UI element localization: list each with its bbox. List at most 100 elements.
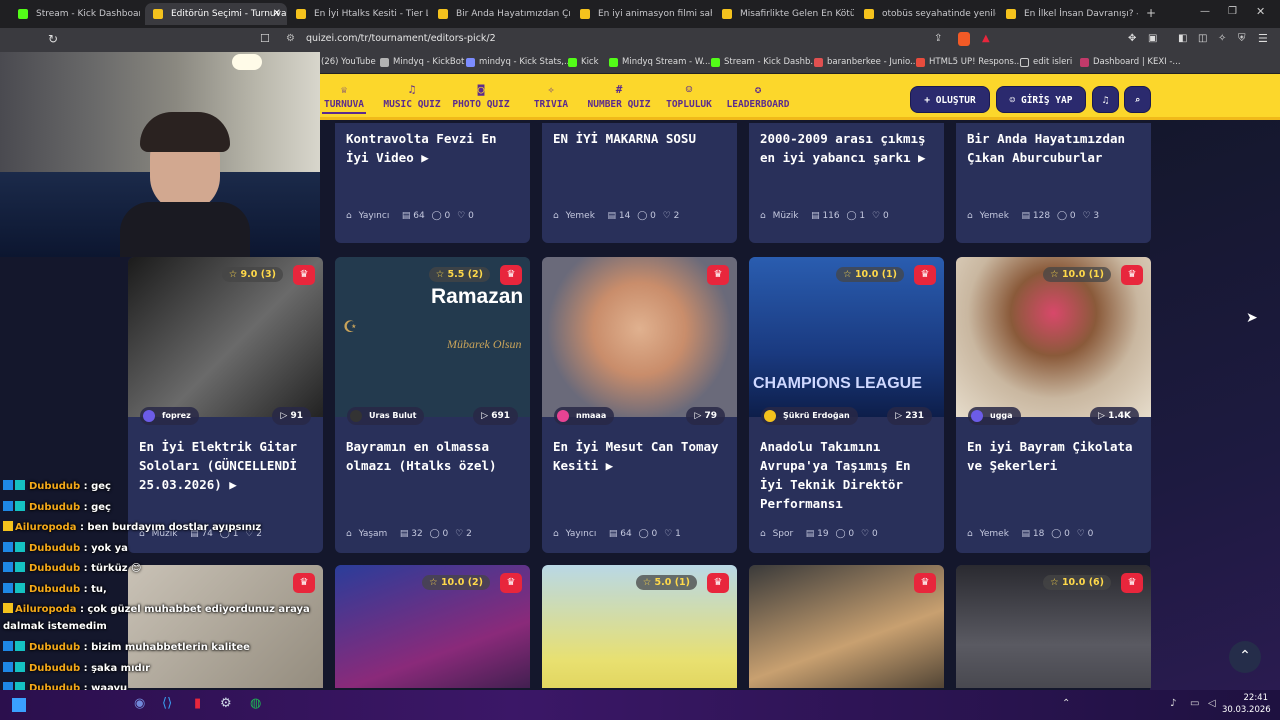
os-taskbar: ◉ ⟨⟩ ▮ ⚙ ◍ ⌃ ♪ ▭ ◁ 22:41 30.03.2026 [0, 690, 1280, 720]
browser-tab[interactable]: Stream - Kick Dashboard [10, 3, 140, 25]
bookmark-item[interactable]: (26) YouTube [321, 57, 376, 67]
tournament-card[interactable]: Kontravolta Fevzi En İyi Video ▶ ⌂ Yayın… [335, 123, 530, 243]
tournament-card[interactable]: ☆ 5.0 (1) ♛ [542, 565, 737, 688]
bookmark-item[interactable]: Mindyq - KickBot [380, 57, 464, 67]
brave-shield-icon[interactable] [958, 32, 970, 46]
bookmark-folder[interactable]: edit isleri [1020, 57, 1072, 67]
url-field[interactable]: quizei.com/tr/tournament/editors-pick/2 [306, 33, 496, 44]
quizei-favicon-icon [1006, 9, 1016, 19]
tournament-card[interactable]: ♛ [749, 565, 944, 688]
badge-icon [3, 542, 13, 552]
login-button[interactable]: ☺ GİRİŞ YAP [996, 86, 1086, 113]
share-icon[interactable]: ⇪ [934, 33, 942, 44]
author-chip[interactable]: foprez [140, 407, 199, 425]
bell-icon: ♫ [1102, 95, 1109, 106]
author-chip[interactable]: nmaaa [554, 407, 615, 425]
nav-music-quiz[interactable]: ♫ MUSIC QUIZ [382, 74, 442, 120]
clock-date[interactable]: 30.03.2026 [1222, 705, 1271, 715]
badge-icon [15, 662, 25, 672]
browser-tab[interactable]: Misafirlikte Gelen En Kötü İkra [714, 3, 854, 25]
spotify-icon[interactable]: ◍ [250, 696, 261, 711]
tournament-card[interactable]: Ramazan Bayramın Mübarek Olsun ☪ ☆ 5.5 (… [335, 257, 530, 553]
badge-icon [3, 603, 13, 613]
volume-icon[interactable]: ◁ [1208, 698, 1216, 709]
site-info-icon[interactable]: ⚙ [286, 33, 295, 44]
bookmark-item[interactable]: HTML5 UP! Respons... [916, 57, 1022, 67]
bookmark-item[interactable]: Dashboard | KEXI -... [1080, 57, 1181, 67]
nav-tournament[interactable]: ♕ TURNUVA [322, 74, 366, 120]
wallet-icon[interactable]: ◫ [1198, 33, 1207, 44]
tournament-card[interactable]: ☆ 10.0 (2) ♛ [335, 565, 530, 688]
chat-message-continued: dalmak istemedim [3, 621, 107, 632]
maximize-icon[interactable]: ❐ [1228, 6, 1237, 17]
leo-ai-icon[interactable]: ✧ [1218, 33, 1226, 44]
start-icon[interactable] [12, 698, 26, 712]
quizei-favicon-icon [296, 9, 306, 19]
chat-message: Dubudub : türküz 😊 [3, 562, 141, 574]
browser-tab[interactable]: En İlkel İnsan Davranışı? - Tier [998, 3, 1138, 25]
notifications-button[interactable]: ♫ [1092, 86, 1119, 113]
author-chip[interactable]: ugga [968, 407, 1021, 425]
play-count: ▷ 691 [473, 407, 518, 425]
steam-icon[interactable]: ⚙ [220, 696, 232, 711]
trophy-icon: ♕ [340, 83, 348, 96]
tag-icon: ⌂ [346, 211, 355, 221]
nav-community[interactable]: ☺ TOPLULUK [663, 74, 715, 120]
author-chip[interactable]: Uras Bulut [347, 407, 425, 425]
card-title: EN İYİ MAKARNA SOSU [553, 131, 696, 146]
rating-badge: ☆ 10.0 (1) [836, 267, 904, 282]
avatar [971, 410, 983, 422]
bookmark-item[interactable]: Stream - Kick Dashb... [711, 57, 819, 67]
card-title: En iyi Bayram Çikolata ve Şekerleri [967, 439, 1133, 473]
tag-icon: ⌂ [346, 529, 355, 539]
network-icon[interactable]: ▭ [1190, 698, 1199, 709]
quizei-favicon-icon [580, 9, 590, 19]
mic-icon[interactable]: ♪ [1170, 698, 1176, 709]
scroll-to-top-button[interactable]: ⌃ [1229, 641, 1261, 673]
card-title: 2000-2009 arası çıkmış en iyi yabancı şa… [760, 131, 926, 165]
app-icon[interactable]: ▮ [194, 696, 201, 711]
nav-leaderboard[interactable]: ✪ LEADERBOARD [725, 74, 791, 120]
tournament-card[interactable]: 2000-2009 arası çıkmış en iyi yabancı şa… [749, 123, 944, 243]
bookmark-icon[interactable]: ☐ [260, 32, 270, 45]
nav-photo-quiz[interactable]: ◙ PHOTO QUIZ [451, 74, 511, 120]
browser-tab[interactable]: En iyi animasyon filmi sahnesi [572, 3, 712, 25]
tournament-card[interactable]: EN İYİ MAKARNA SOSU ⌂ Yemek ▤ 14 ◯ 0 ♡ 2 [542, 123, 737, 243]
author-chip[interactable]: Şükrü Erdoğan [761, 407, 858, 425]
vscode-icon[interactable]: ⟨⟩ [162, 696, 172, 711]
card-meta: ⌂ Yayıncı ▤ 64 ◯ 0 ♡ 1 [553, 529, 681, 539]
extensions-icon[interactable]: ✥ [1128, 33, 1136, 44]
discord-icon[interactable]: ◉ [134, 696, 145, 711]
tournament-card[interactable]: Bir Anda Hayatımızdan Çıkan Aburcuburlar… [956, 123, 1151, 243]
tournament-card[interactable]: ☆ 10.0 (1) ♛ ugga ▷ 1.4K En iyi Bayram Ç… [956, 257, 1151, 553]
tournament-card[interactable]: ♛ nmaaa ▷ 79 En İyi Mesut Can Tomay Kesi… [542, 257, 737, 553]
browser-tab-active[interactable]: Editörün Seçimi - Turnuva ✕ [145, 3, 287, 25]
reload-icon[interactable]: ↻ [48, 32, 58, 46]
menu-icon[interactable]: ☰ [1258, 32, 1268, 45]
browser-tab[interactable]: otobüs seyahatinde yenilecek [856, 3, 996, 25]
close-tab-icon[interactable]: ✕ [273, 3, 281, 25]
create-button[interactable]: + OLUŞTUR [910, 86, 990, 113]
tray-chevron-icon[interactable]: ⌃ [1062, 698, 1070, 709]
clock-time[interactable]: 22:41 [1236, 693, 1269, 703]
wallet-icon[interactable]: ▣ [1148, 33, 1157, 44]
browser-tab[interactable]: En İyi Htalks Kesiti - Tier List | K [288, 3, 428, 25]
sidebar-icon[interactable]: ◧ [1178, 33, 1187, 44]
bookmark-item[interactable]: baranberkee - Junio... [814, 57, 918, 67]
vpn-icon[interactable]: ⛨ [1238, 33, 1246, 44]
bookmark-item[interactable]: mindyq - Kick Stats,... [466, 57, 572, 67]
bookmark-item[interactable]: Kick [568, 57, 599, 67]
medal-icon: ✪ [754, 83, 762, 96]
nav-number-quiz[interactable]: # NUMBER QUIZ [586, 74, 652, 120]
rewards-icon[interactable]: ▲ [982, 33, 990, 44]
minimize-icon[interactable]: — [1200, 6, 1210, 17]
browser-tab[interactable]: Bir Anda Hayatımızdan Çıkan A [430, 3, 570, 25]
nav-trivia[interactable]: ✧ TRIVIA [529, 74, 573, 120]
bookmark-item[interactable]: Mindyq Stream - W... [609, 57, 710, 67]
tournament-card[interactable]: ☆ 10.0 (6) ♛ [956, 565, 1151, 688]
search-button[interactable]: ⌕ [1124, 86, 1151, 113]
close-window-icon[interactable]: ✕ [1256, 5, 1265, 18]
new-tab-icon[interactable]: + [1146, 6, 1156, 20]
quizei-favicon-icon [864, 9, 874, 19]
tournament-card[interactable]: CHAMPIONS LEAGUE ☆ 10.0 (1) ♛ Şükrü Erdo… [749, 257, 944, 553]
